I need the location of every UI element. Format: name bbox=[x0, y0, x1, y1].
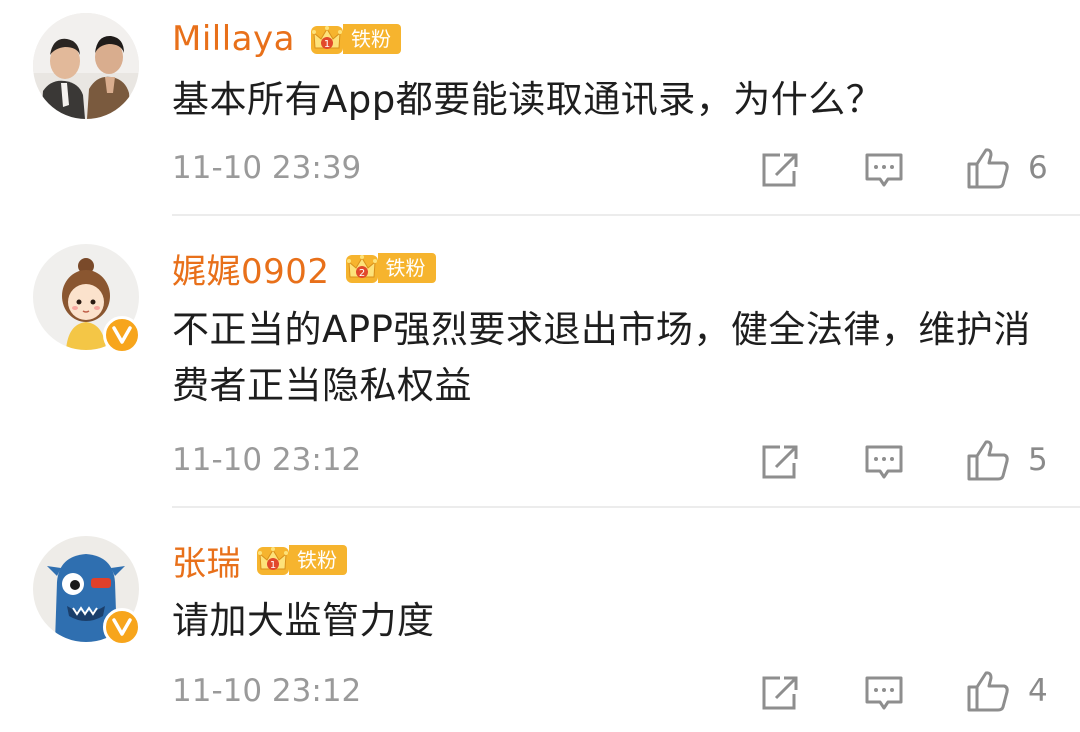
crown-icon: 2 bbox=[345, 255, 378, 283]
fan-badge[interactable]: 1 铁粉 bbox=[307, 20, 401, 58]
username-row: 娓娓0902 2 铁粉 bbox=[172, 244, 436, 293]
comment-icon[interactable] bbox=[864, 443, 904, 481]
two-men-photo-avatar bbox=[33, 13, 139, 119]
avatar[interactable] bbox=[33, 13, 139, 119]
comment-text: 请加大监管力度 bbox=[172, 599, 435, 642]
username[interactable]: 娓娓0902 bbox=[172, 244, 330, 293]
username[interactable]: 张瑞 bbox=[172, 536, 241, 585]
fan-level: 2 bbox=[358, 268, 364, 279]
username-row: Millaya 1 铁粉 bbox=[172, 17, 401, 61]
fan-level: 1 bbox=[270, 560, 276, 571]
comment-icon[interactable] bbox=[864, 674, 904, 712]
thumbs-up-icon[interactable] bbox=[966, 146, 1010, 190]
comment-item: Millaya 1 铁粉 基本所有App都要能读取通讯录，为什么？ 11-10 … bbox=[0, 0, 1080, 215]
fan-badge-label: 铁粉 bbox=[289, 545, 347, 575]
share-icon[interactable] bbox=[760, 674, 800, 712]
thumbs-up-icon[interactable] bbox=[966, 669, 1010, 713]
thumbs-up-icon[interactable] bbox=[966, 438, 1010, 482]
crown-icon: 1 bbox=[257, 547, 289, 575]
fan-badge[interactable]: 2 铁粉 bbox=[342, 249, 436, 287]
share-icon[interactable] bbox=[760, 443, 800, 481]
username-row: 张瑞 1 铁粉 bbox=[172, 536, 347, 585]
comment-text: 基本所有App都要能读取通讯录，为什么？ bbox=[172, 78, 884, 121]
like-count: 6 bbox=[1028, 150, 1048, 186]
comment-icon[interactable] bbox=[864, 151, 904, 189]
like-count: 4 bbox=[1028, 673, 1048, 709]
verified-v-icon bbox=[103, 608, 141, 646]
avatar[interactable] bbox=[33, 536, 141, 646]
fan-badge[interactable]: 1 铁粉 bbox=[253, 541, 347, 579]
share-icon[interactable] bbox=[760, 151, 800, 189]
username[interactable]: Millaya bbox=[172, 19, 295, 59]
comment-time: 11-10 23:12 bbox=[172, 442, 362, 478]
like-count: 5 bbox=[1028, 442, 1048, 478]
crown-icon: 1 bbox=[310, 26, 343, 54]
comment-text: 不正当的APP强烈要求退出市场，健全法律，维护消费者正当隐私权益 bbox=[172, 308, 1031, 407]
fan-level: 1 bbox=[324, 39, 330, 50]
comment-time: 11-10 23:12 bbox=[172, 673, 362, 709]
fan-badge-label: 铁粉 bbox=[342, 24, 401, 54]
comment-time: 11-10 23:39 bbox=[172, 150, 362, 186]
avatar[interactable] bbox=[33, 244, 141, 354]
verified-v-icon bbox=[103, 316, 141, 354]
comment-item: 张瑞 1 铁粉 请加大监管力度 11-10 23:12 4 bbox=[0, 508, 1080, 732]
comment-item: 娓娓0902 2 铁粉 不正当的APP强烈要求退出市场，健全法律，维护消费者正当… bbox=[0, 216, 1080, 507]
fan-badge-label: 铁粉 bbox=[377, 253, 436, 283]
